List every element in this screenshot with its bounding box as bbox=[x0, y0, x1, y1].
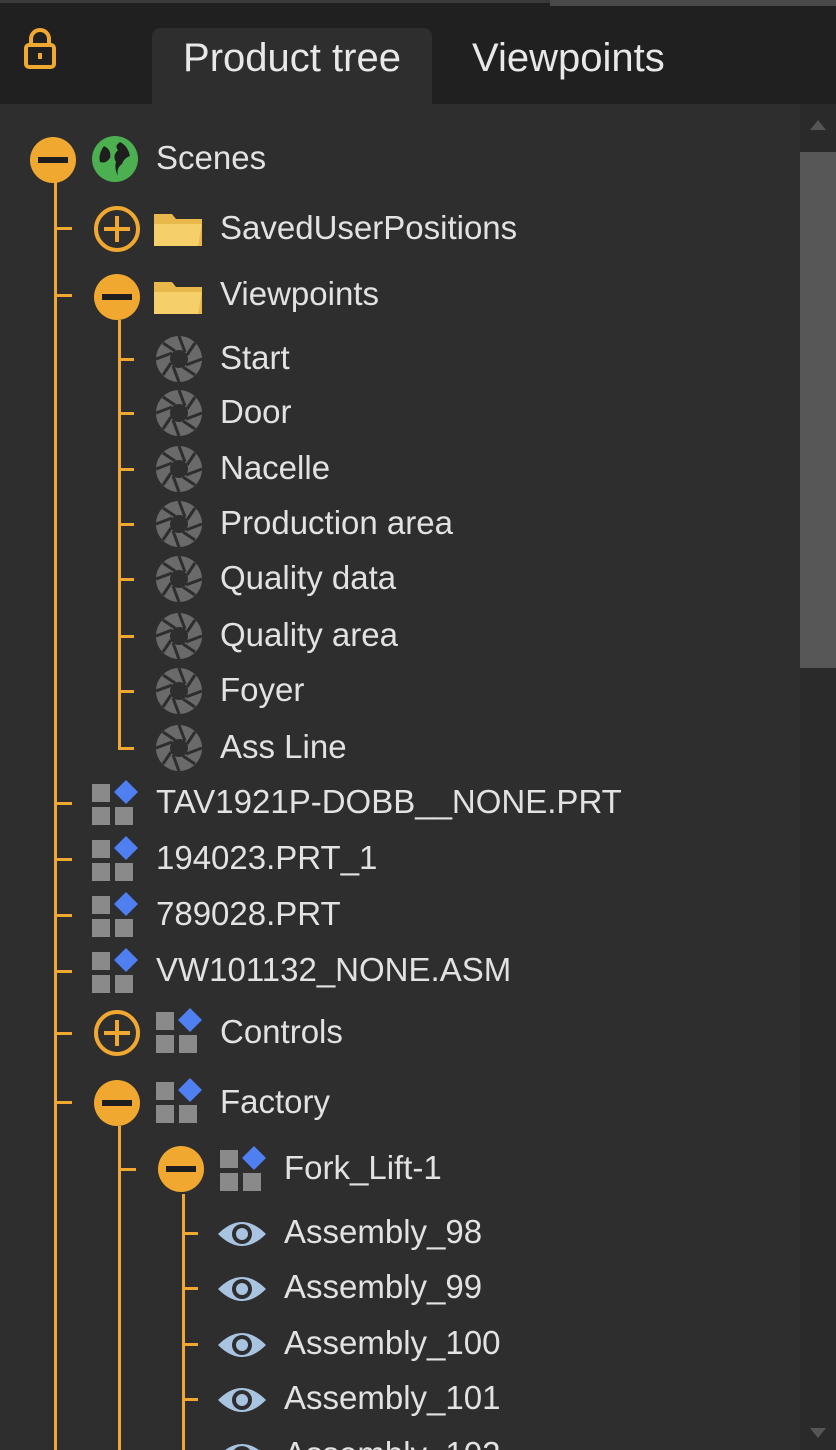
tree-node-scenes[interactable]: Scenes bbox=[0, 130, 800, 186]
part-icon bbox=[92, 780, 138, 825]
tree-node-assembly[interactable]: Assembly_98 bbox=[0, 1206, 800, 1262]
tree-node-label: Scenes bbox=[156, 139, 267, 176]
folder-icon bbox=[154, 214, 202, 246]
tree-node-assembly[interactable]: Assembly_101 bbox=[0, 1372, 800, 1428]
tree-node-label: Fork_Lift-1 bbox=[284, 1149, 442, 1186]
tree-node-viewpoint[interactable]: Quality area bbox=[0, 609, 800, 665]
camera-shutter-icon bbox=[155, 445, 203, 493]
tree-node-label: Factory bbox=[220, 1083, 331, 1120]
tree-node-label: SavedUserPositions bbox=[220, 209, 518, 246]
minus-circle-icon[interactable] bbox=[156, 1144, 206, 1194]
scrollbar-thumb[interactable] bbox=[800, 152, 836, 668]
tree-node-part[interactable]: 789028.PRT bbox=[0, 888, 800, 944]
tree-node-part[interactable]: 194023.PRT_1 bbox=[0, 832, 800, 888]
tree-node-label: TAV1921P-DOBB__NONE.PRT bbox=[156, 783, 622, 820]
tree-node-label: VW101132_NONE.ASM bbox=[156, 951, 512, 988]
part-icon bbox=[92, 836, 138, 881]
part-icon bbox=[156, 1008, 202, 1053]
tree-node-label: Assembly_102 bbox=[284, 1434, 500, 1450]
tree-node-label: Ass Line bbox=[220, 728, 347, 765]
tree-node-assembly[interactable]: Assembly_100 bbox=[0, 1317, 800, 1373]
tree-node-label: Door bbox=[220, 393, 292, 430]
tree-node-fork-lift[interactable]: Fork_Lift-1 bbox=[0, 1142, 800, 1198]
tree-node-viewpoints[interactable]: Viewpoints bbox=[0, 268, 800, 324]
tree-node-label: Quality area bbox=[220, 616, 398, 653]
part-icon bbox=[92, 948, 138, 993]
part-icon bbox=[92, 892, 138, 937]
tree-node-viewpoint[interactable]: Production area bbox=[0, 497, 800, 553]
tab-viewpoints[interactable]: Viewpoints bbox=[472, 28, 732, 104]
camera-shutter-icon bbox=[155, 667, 203, 715]
tab-product-tree-label: Product tree bbox=[183, 36, 401, 80]
scroll-up-arrow-icon[interactable] bbox=[810, 120, 826, 130]
tree-node-viewpoint[interactable]: Nacelle bbox=[0, 442, 800, 498]
tree-node-label: 789028.PRT bbox=[156, 895, 341, 932]
tab-product-tree[interactable]: Product tree bbox=[152, 28, 432, 104]
tree-node-part[interactable]: TAV1921P-DOBB__NONE.PRT bbox=[0, 776, 800, 832]
tree-node-assembly[interactable]: Assembly_102 bbox=[0, 1428, 800, 1450]
scroll-down-arrow-icon[interactable] bbox=[810, 1428, 826, 1438]
tree-node-viewpoint[interactable]: Ass Line bbox=[0, 721, 800, 777]
tree-node-label: Controls bbox=[220, 1013, 343, 1050]
tree-node-label: Assembly_99 bbox=[284, 1268, 483, 1305]
minus-circle-icon[interactable] bbox=[92, 1078, 142, 1128]
eye-icon[interactable] bbox=[216, 1436, 268, 1450]
tree-node-part[interactable]: VW101132_NONE.ASM bbox=[0, 944, 800, 1000]
part-icon bbox=[220, 1146, 266, 1191]
tree-node-label: Quality data bbox=[220, 559, 397, 596]
camera-shutter-icon bbox=[155, 555, 203, 603]
eye-icon[interactable] bbox=[216, 1214, 268, 1254]
tree-node-assembly[interactable]: Assembly_99 bbox=[0, 1261, 800, 1317]
lock-icon[interactable] bbox=[20, 26, 60, 70]
tree-node-saved-user-positions[interactable]: SavedUserPositions bbox=[0, 200, 800, 256]
tree-node-label: Viewpoints bbox=[220, 275, 379, 312]
camera-shutter-icon bbox=[155, 500, 203, 548]
globe-icon bbox=[92, 136, 138, 182]
eye-icon[interactable] bbox=[216, 1380, 268, 1420]
eye-icon[interactable] bbox=[216, 1325, 268, 1365]
camera-shutter-icon bbox=[155, 612, 203, 660]
tree-node-viewpoint[interactable]: Foyer bbox=[0, 664, 800, 720]
folder-icon bbox=[154, 282, 202, 314]
part-icon bbox=[156, 1078, 202, 1123]
camera-shutter-icon bbox=[155, 724, 203, 772]
tree-node-viewpoint[interactable]: Door bbox=[0, 386, 800, 442]
tree-node-label: Assembly_101 bbox=[284, 1379, 501, 1416]
top-border-highlight bbox=[550, 0, 836, 6]
tree-node-label: Assembly_98 bbox=[284, 1213, 483, 1250]
minus-circle-icon[interactable] bbox=[92, 272, 142, 322]
camera-shutter-icon bbox=[155, 389, 203, 437]
camera-shutter-icon bbox=[155, 335, 203, 383]
tree-node-label: Assembly_100 bbox=[284, 1324, 501, 1361]
tree-node-label: Start bbox=[220, 339, 290, 376]
minus-circle-icon[interactable] bbox=[28, 135, 78, 185]
tree-node-viewpoint[interactable]: Quality data bbox=[0, 552, 800, 608]
tree-node-factory[interactable]: Factory bbox=[0, 1076, 800, 1132]
tree-node-label: Production area bbox=[220, 504, 453, 541]
tree-node-label: Foyer bbox=[220, 671, 305, 708]
plus-circle-icon[interactable] bbox=[92, 1008, 142, 1058]
plus-circle-icon[interactable] bbox=[92, 204, 142, 254]
tree-node-controls[interactable]: Controls bbox=[0, 1006, 800, 1062]
tree-node-label: Nacelle bbox=[220, 449, 331, 486]
tab-viewpoints-label: Viewpoints bbox=[472, 36, 665, 80]
eye-icon[interactable] bbox=[216, 1269, 268, 1309]
tree-node-label: 194023.PRT_1 bbox=[156, 839, 378, 876]
tree-node-viewpoint[interactable]: Start bbox=[0, 332, 800, 388]
